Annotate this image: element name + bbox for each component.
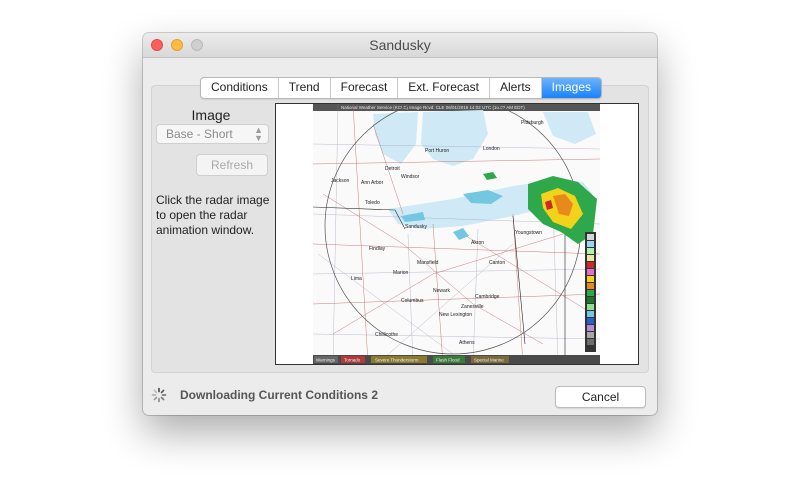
city-label: Sandusky — [405, 224, 427, 230]
legend-warnings: Warnings — [316, 358, 336, 363]
city-label: Windsor — [401, 174, 420, 180]
city-label: Chillicothe — [375, 332, 398, 338]
city-label: Ann Arbor — [361, 180, 384, 186]
city-label: Port Huron — [425, 148, 449, 154]
radar-image[interactable]: National Weather Service (KCLE) Image Rc… — [275, 103, 639, 365]
city-label: Mansfield — [417, 260, 439, 266]
status-text: Downloading Current Conditions 2 — [180, 388, 378, 402]
tab-conditions[interactable]: Conditions — [201, 78, 279, 98]
city-label: Findlay — [369, 246, 386, 252]
city-label: Detroit — [385, 166, 400, 172]
tab-ext-forecast[interactable]: Ext. Forecast — [398, 78, 490, 98]
city-label: London — [483, 146, 500, 152]
city-label: Jackson — [331, 178, 350, 184]
image-heading: Image — [191, 107, 231, 123]
city-label: New Lexington — [439, 312, 472, 318]
cancel-button[interactable]: Cancel — [555, 386, 646, 408]
tab-trend[interactable]: Trend — [279, 78, 331, 98]
city-label: Lima — [351, 276, 362, 282]
city-label: Newark — [433, 288, 450, 294]
instructions-text: Click the radar image to open the radar … — [156, 193, 270, 237]
city-label: Akron — [471, 240, 484, 246]
tab-alerts[interactable]: Alerts — [490, 78, 542, 98]
city-label: Cambridge — [475, 294, 500, 300]
tab-forecast[interactable]: Forecast — [331, 78, 399, 98]
city-label: Marion — [393, 270, 409, 276]
window-title: Sandusky — [369, 37, 431, 53]
spinner-icon — [151, 387, 167, 403]
titlebar: Sandusky — [143, 33, 657, 58]
refresh-button[interactable]: Refresh — [196, 154, 268, 176]
city-label: Athens — [459, 340, 475, 346]
city-label: Columbus — [401, 298, 424, 304]
radar-map[interactable]: National Weather Service (KCLE) Image Rc… — [313, 104, 600, 364]
city-label: Zanesville — [461, 304, 484, 310]
city-label: Toledo — [365, 200, 380, 206]
city-label: Pittsburgh — [521, 120, 544, 126]
city-label: Youngstown — [515, 230, 542, 236]
app-window: Sandusky Conditions Trend Forecast Ext. … — [143, 33, 657, 415]
image-type-select[interactable]: Base - Short ▲ ▼ — [156, 124, 269, 144]
legend-tornado: Tornado — [344, 358, 361, 363]
legend-special-marine: Special Marine — [474, 358, 504, 363]
tab-images[interactable]: Images — [541, 78, 602, 98]
legend-flash-flood: Flash Flood — [436, 358, 460, 363]
image-type-value: Base - Short — [166, 127, 233, 141]
legend-severe-thunderstorm: Severe Thunderstorm — [375, 358, 419, 363]
select-arrows-icon: ▲ ▼ — [254, 125, 263, 143]
tab-bar: Conditions Trend Forecast Ext. Forecast … — [200, 77, 603, 99]
city-label: Canton — [489, 260, 505, 266]
